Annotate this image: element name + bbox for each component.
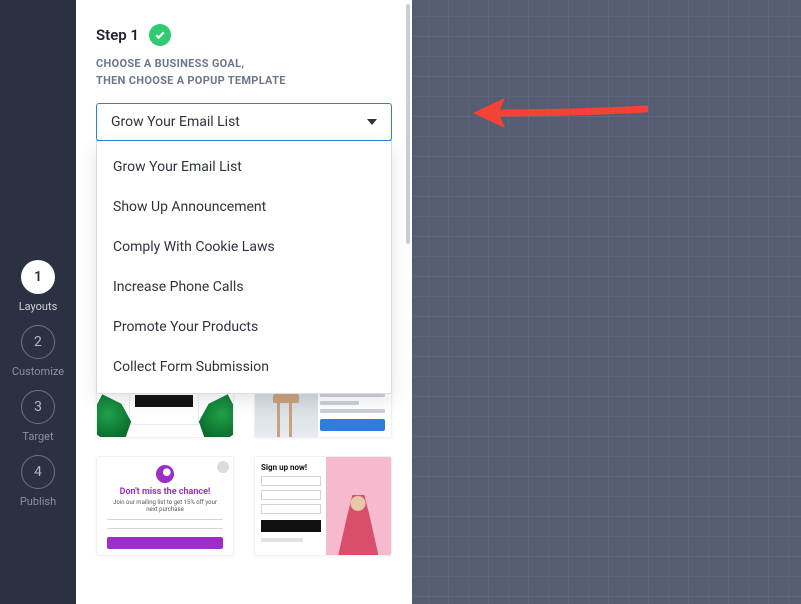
- step-subtitle: CHOOSE A BUSINESS GOAL, THEN CHOOSE A PO…: [96, 56, 392, 89]
- layouts-panel: Step 1 CHOOSE A BUSINESS GOAL, THEN CHOO…: [76, 0, 412, 604]
- nav-step-number: 2: [21, 325, 55, 359]
- goal-option-form-submission[interactable]: Collect Form Submission: [97, 347, 391, 387]
- goal-option-cookie-laws[interactable]: Comply With Cookie Laws: [97, 227, 391, 267]
- leaf-icon: [194, 388, 234, 438]
- panel-scrollbar[interactable]: [404, 0, 412, 604]
- template-headline: Don't miss the chance!: [107, 487, 223, 497]
- business-goal-menu: Grow Your Email List Show Up Announcemen…: [96, 140, 392, 394]
- app-root: 1 Layouts 2 Customize 3 Target 4 Publish…: [0, 0, 801, 604]
- template-headline: Sign up now!: [261, 463, 321, 472]
- template-grid: Don't miss the chance! Join our mailing …: [96, 378, 392, 556]
- nav-step-label: Customize: [12, 365, 64, 378]
- nav-step-customize[interactable]: 2 Customize: [12, 325, 64, 378]
- close-icon: [217, 461, 229, 473]
- nav-step-layouts[interactable]: 1 Layouts: [19, 260, 58, 313]
- business-goal-dropdown: Grow Your Email List Grow Your Email Lis…: [96, 103, 392, 141]
- template-card[interactable]: Don't miss the chance! Join our mailing …: [96, 456, 234, 556]
- goal-option-phone-calls[interactable]: Increase Phone Calls: [97, 267, 391, 307]
- person-icon: [338, 495, 378, 555]
- stool-icon: [271, 393, 301, 437]
- layouts-panel-scroll: Step 1 CHOOSE A BUSINESS GOAL, THEN CHOO…: [76, 0, 412, 604]
- template-thumbnail-icon: [135, 395, 193, 407]
- step-header: Step 1: [96, 24, 392, 46]
- business-goal-select[interactable]: Grow Your Email List: [96, 103, 392, 141]
- nav-step-number: 3: [21, 390, 55, 424]
- preview-canvas: [412, 0, 801, 604]
- step-subtitle-line: THEN CHOOSE A POPUP TEMPLATE: [96, 74, 286, 87]
- nav-step-target[interactable]: 3 Target: [21, 390, 55, 443]
- template-subtext: Join our mailing list to get 15% off you…: [107, 499, 223, 513]
- template-card[interactable]: Sign up now!: [254, 456, 392, 556]
- wizard-nav-rail: 1 Layouts 2 Customize 3 Target 4 Publish: [0, 0, 76, 604]
- nav-step-publish[interactable]: 4 Publish: [20, 455, 56, 508]
- goal-option-promote-products[interactable]: Promote Your Products: [97, 307, 391, 347]
- step-subtitle-line: CHOOSE A BUSINESS GOAL,: [96, 57, 244, 70]
- nav-step-label: Publish: [20, 495, 56, 508]
- goal-option-announcement[interactable]: Show Up Announcement: [97, 187, 391, 227]
- annotation-arrow-icon: [470, 95, 648, 135]
- logo-icon: [156, 465, 174, 483]
- nav-step-number: 4: [21, 455, 55, 489]
- nav-step-label: Layouts: [19, 300, 58, 313]
- goal-option-grow-email[interactable]: Grow Your Email List: [97, 147, 391, 187]
- template-thumbnail-icon: [326, 457, 391, 555]
- check-icon: [149, 24, 171, 46]
- nav-step-label: Target: [22, 430, 53, 443]
- scrollbar-thumb[interactable]: [406, 4, 410, 244]
- nav-step-number: 1: [21, 260, 55, 294]
- business-goal-selected-value: Grow Your Email List: [111, 114, 240, 130]
- chevron-down-icon: [367, 119, 377, 125]
- template-thumbnail-icon: Sign up now!: [261, 463, 321, 549]
- step-title: Step 1: [96, 26, 139, 44]
